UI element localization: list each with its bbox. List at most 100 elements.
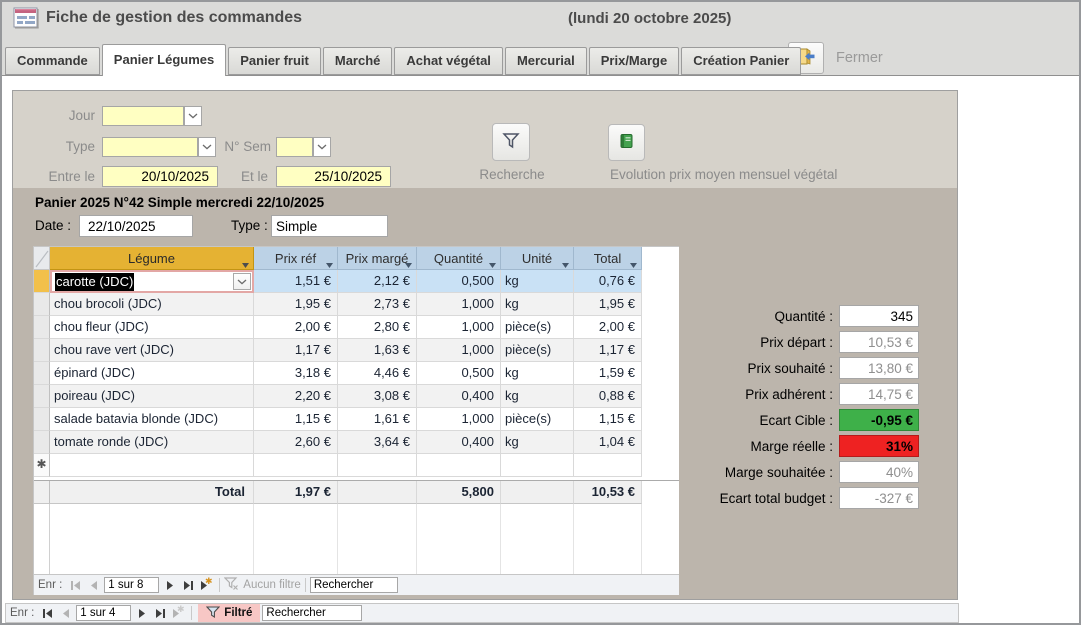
type-combo[interactable] [102, 137, 198, 157]
column-header-unite[interactable]: Unité [501, 247, 574, 270]
cell-unite[interactable]: pièce(s) [501, 408, 574, 431]
cell-prix-marge[interactable]: 3,64 € [338, 431, 417, 454]
previous-record-button[interactable] [56, 606, 74, 621]
column-header-prix-ref[interactable]: Prix réf [254, 247, 338, 270]
summary-field[interactable]: 40% [839, 461, 919, 483]
cell-total[interactable]: 1,04 € [574, 431, 642, 454]
tab-mercurial[interactable]: Mercurial [505, 47, 587, 75]
record-position[interactable]: 1 sur 8 [104, 577, 159, 593]
filter-dropdown-icon[interactable] [630, 256, 637, 271]
cell-total[interactable]: 0,76 € [574, 270, 642, 293]
evolution-button[interactable] [608, 124, 645, 161]
row-selector[interactable] [34, 339, 50, 362]
filtered-indicator[interactable]: Filtré [198, 604, 260, 622]
cell-prix-marge[interactable]: 4,46 € [338, 362, 417, 385]
cell-unite[interactable]: kg [501, 431, 574, 454]
cell-quantite[interactable]: 0,500 [417, 362, 501, 385]
tab-prix-marge[interactable]: Prix/Marge [589, 47, 679, 75]
cell-prix-ref[interactable]: 2,00 € [254, 316, 338, 339]
cell-legume[interactable]: chou brocoli (JDC) [50, 293, 254, 316]
jour-combo[interactable] [102, 106, 184, 126]
column-header-quantite[interactable]: Quantité [417, 247, 501, 270]
summary-field[interactable]: -327 € [839, 487, 919, 509]
column-header-prix-marge[interactable]: Prix margé [338, 247, 417, 270]
form-search-input[interactable]: Rechercher [262, 605, 362, 621]
new-record-row[interactable]: ✱ [34, 454, 679, 477]
entre-le-date-field[interactable] [102, 166, 218, 187]
tab-panier-legumes[interactable]: Panier Légumes [102, 44, 226, 76]
tab-panier-fruit[interactable]: Panier fruit [228, 47, 321, 75]
jour-combo-arrow-icon[interactable] [184, 106, 202, 126]
cell-total[interactable]: 1,95 € [574, 293, 642, 316]
cell-empty[interactable] [338, 454, 417, 477]
cell-total[interactable]: 1,59 € [574, 362, 642, 385]
cell-unite[interactable]: kg [501, 362, 574, 385]
cell-prix-ref[interactable]: 3,18 € [254, 362, 338, 385]
row-selector[interactable] [34, 362, 50, 385]
cell-legume[interactable]: chou fleur (JDC) [50, 316, 254, 339]
cell-total[interactable]: 0,88 € [574, 385, 642, 408]
next-record-button[interactable] [133, 606, 151, 621]
cell-empty[interactable] [254, 454, 338, 477]
first-record-button[interactable] [38, 606, 56, 621]
no-filter-indicator[interactable]: Aucun filtre [224, 577, 301, 593]
row-selector[interactable] [34, 431, 50, 454]
cell-prix-marge[interactable]: 2,73 € [338, 293, 417, 316]
row-selector[interactable] [34, 270, 50, 293]
cell-quantite[interactable]: 0,400 [417, 385, 501, 408]
cell-unite[interactable]: kg [501, 293, 574, 316]
cell-legume[interactable]: tomate ronde (JDC) [50, 431, 254, 454]
tab-marche[interactable]: Marché [323, 47, 393, 75]
column-header-total[interactable]: Total [574, 247, 642, 270]
cell-prix-marge[interactable]: 2,12 € [338, 270, 417, 293]
first-record-button[interactable] [66, 578, 84, 593]
cell-quantite[interactable]: 0,500 [417, 270, 501, 293]
cell-unite[interactable]: pièce(s) [501, 339, 574, 362]
cell-prix-ref[interactable]: 1,51 € [254, 270, 338, 293]
cell-unite[interactable]: kg [501, 385, 574, 408]
select-all-corner[interactable] [34, 247, 50, 270]
summary-field[interactable]: -0,95 € [839, 409, 919, 431]
semaine-combo-arrow-icon[interactable] [313, 137, 331, 157]
new-record-selector[interactable]: ✱ [34, 454, 50, 477]
cell-prix-ref[interactable]: 1,95 € [254, 293, 338, 316]
cell-unite[interactable]: kg [501, 270, 574, 293]
cell-empty[interactable] [501, 454, 574, 477]
tab-achat-vegetal[interactable]: Achat végétal [394, 47, 503, 75]
cell-legume[interactable]: salade batavia blonde (JDC) [50, 408, 254, 431]
cell-legume[interactable]: carotte (JDC) [50, 270, 254, 293]
summary-field[interactable]: 31% [839, 435, 919, 457]
cell-prix-marge[interactable]: 3,08 € [338, 385, 417, 408]
tab-creation-panier[interactable]: Création Panier [681, 47, 801, 75]
next-record-button[interactable] [161, 578, 179, 593]
last-record-button[interactable] [179, 578, 197, 593]
last-record-button[interactable] [151, 606, 169, 621]
cell-prix-ref[interactable]: 2,60 € [254, 431, 338, 454]
summary-field[interactable]: 345 [839, 305, 919, 327]
cell-empty[interactable] [417, 454, 501, 477]
summary-field[interactable]: 14,75 € [839, 383, 919, 405]
cell-total[interactable]: 2,00 € [574, 316, 642, 339]
new-record-button[interactable]: ✱ [169, 606, 187, 621]
cell-prix-ref[interactable]: 2,20 € [254, 385, 338, 408]
cell-quantite[interactable]: 1,000 [417, 339, 501, 362]
combo-arrow-button[interactable] [233, 273, 251, 290]
summary-field[interactable]: 10,53 € [839, 331, 919, 353]
filter-dropdown-icon[interactable] [326, 256, 333, 271]
cell-total[interactable]: 1,17 € [574, 339, 642, 362]
cell-legume[interactable]: poireau (JDC) [50, 385, 254, 408]
semaine-combo[interactable] [276, 137, 313, 157]
recherche-button[interactable] [492, 123, 530, 161]
filter-dropdown-icon[interactable] [242, 256, 249, 271]
filter-dropdown-icon[interactable] [405, 256, 412, 271]
cell-quantite[interactable]: 1,000 [417, 293, 501, 316]
cell-empty[interactable] [574, 454, 642, 477]
row-selector[interactable] [34, 408, 50, 431]
et-le-date-field[interactable] [276, 166, 391, 187]
cell-legume[interactable]: épinard (JDC) [50, 362, 254, 385]
new-record-button[interactable]: ✱ [197, 578, 215, 593]
cell-total[interactable]: 1,15 € [574, 408, 642, 431]
cell-unite[interactable]: pièce(s) [501, 316, 574, 339]
column-header-legume[interactable]: Légume [50, 247, 254, 270]
cell-quantite[interactable]: 1,000 [417, 316, 501, 339]
